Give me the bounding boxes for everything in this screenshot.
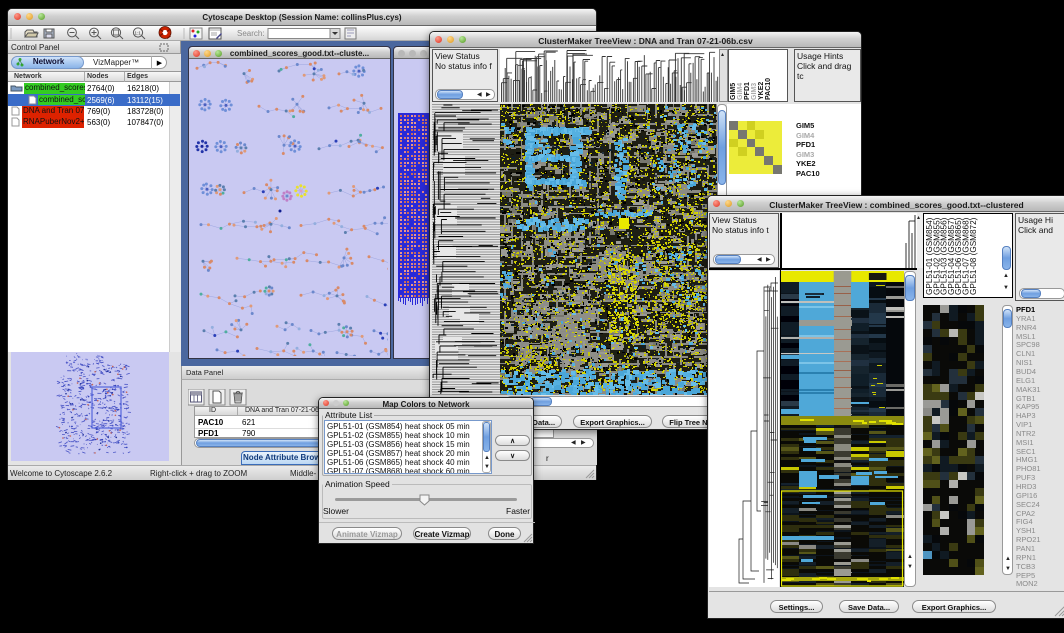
svg-text:PFD1: PFD1	[744, 82, 751, 100]
svg-text:1:1: 1:1	[135, 31, 142, 36]
svg-text:GIM3: GIM3	[751, 83, 758, 100]
svg-text:GIM5: GIM5	[730, 83, 737, 100]
svg-text:YKE2: YKE2	[758, 82, 765, 100]
svg-text:PAC10: PAC10	[765, 78, 772, 100]
svg-text:Search:: Search:	[237, 29, 265, 38]
svg-text:GIM4: GIM4	[737, 83, 744, 100]
